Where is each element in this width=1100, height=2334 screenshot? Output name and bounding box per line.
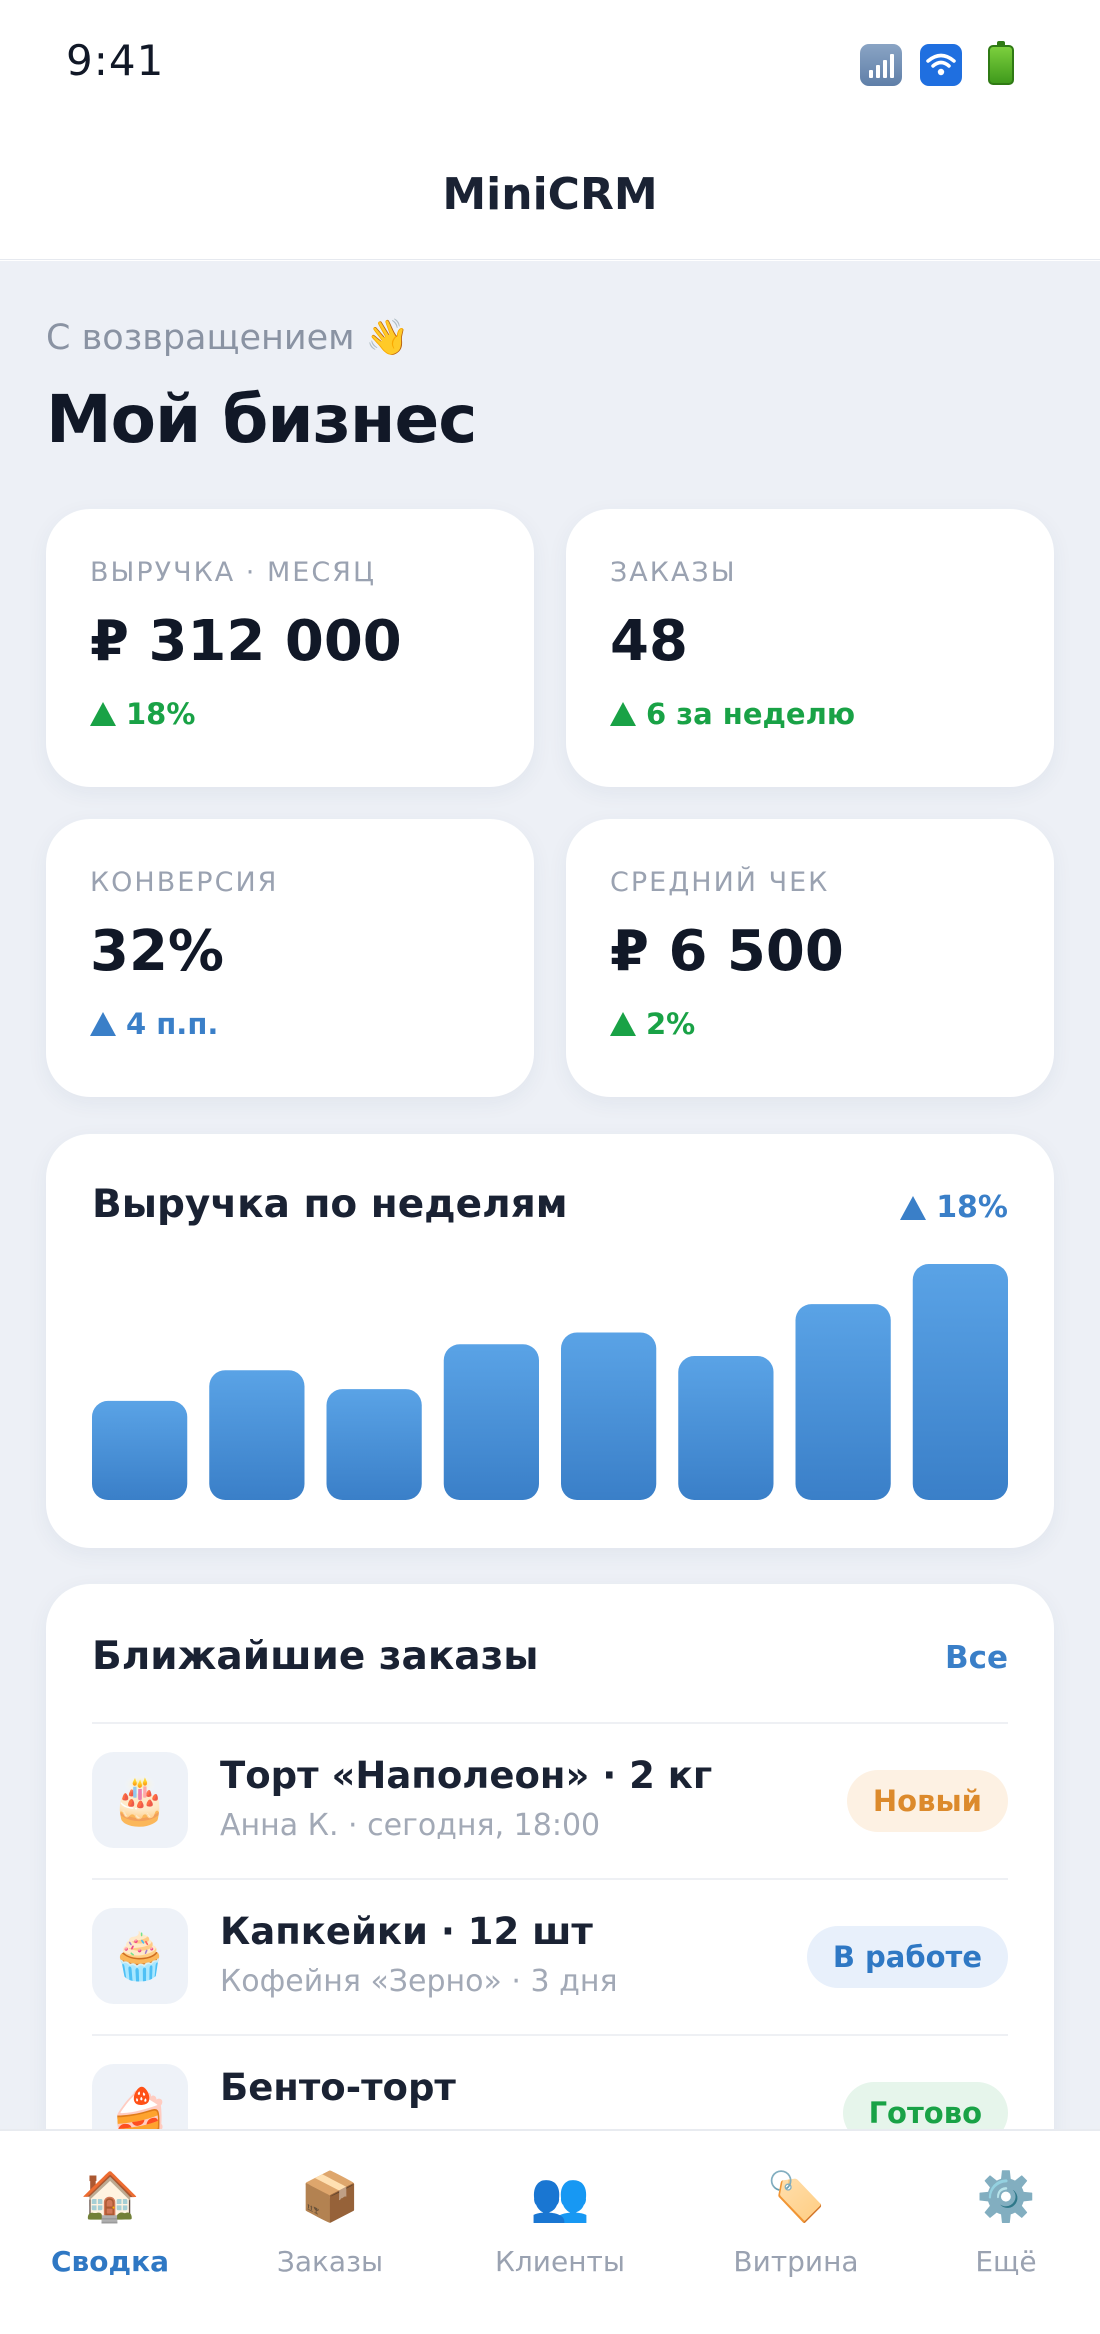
- order-meta: Анна К. · сегодня, 18:00: [220, 1808, 601, 1843]
- tab-clients[interactable]: 👥 Клиенты: [470, 2167, 650, 2278]
- weekly-revenue-card[interactable]: Выручка по неделям 18%: [46, 1134, 1054, 1548]
- kpi-value: ₽ 6 500: [610, 919, 844, 984]
- kpi-delta: 4 п.п.: [90, 1007, 218, 1041]
- cake-slice-icon: 🍰: [92, 2064, 188, 2129]
- kpi-value: ₽ 312 000: [90, 609, 402, 674]
- chart-bar-5: [561, 1332, 657, 1500]
- kpi-value: 32%: [90, 919, 225, 984]
- chart-bar-3: [326, 1389, 422, 1500]
- trend-up-icon: [610, 702, 636, 726]
- chart-delta: 18%: [900, 1190, 1008, 1225]
- order-row[interactable]: 🍰 Бенто-торт Готово: [92, 2034, 1008, 2129]
- trend-up-icon: [900, 1195, 927, 1220]
- users-icon: 👥: [530, 2169, 590, 2225]
- kpi-delta: 6 за неделю: [610, 697, 855, 731]
- kpi-label: ВЫРУЧКА · МЕСЯЦ: [90, 557, 376, 588]
- trend-up-icon: [610, 1012, 636, 1036]
- order-meta: Кофейня «Зерно» · 3 дня: [220, 1964, 618, 1999]
- tab-label: Заказы: [276, 2245, 384, 2278]
- weekly-revenue-chart: [92, 1264, 1008, 1500]
- chart-bar-8: [912, 1264, 1008, 1500]
- order-name: Капкейки · 12 шт: [220, 1910, 593, 1953]
- chart-title: Выручка по неделям: [92, 1182, 568, 1227]
- tab-label: Ещё: [975, 2245, 1037, 2278]
- app-header: MiniCRM: [0, 130, 1100, 260]
- home-icon: 🏠: [80, 2169, 140, 2225]
- kpi-delta: 2%: [610, 1007, 695, 1041]
- tab-label: Сводка: [50, 2245, 169, 2278]
- orders-title: Ближайшие заказы: [92, 1634, 539, 1679]
- signal-icon: [860, 44, 902, 86]
- kpi-delta-text: 2%: [646, 1007, 696, 1041]
- kpi-value: 48: [610, 609, 688, 674]
- kpi-delta-text: 4 п.п.: [126, 1007, 219, 1041]
- order-row[interactable]: 🎂 Торт «Наполеон» · 2 кг Анна К. · сегод…: [92, 1722, 1008, 1878]
- status-icons: [860, 41, 1022, 86]
- upcoming-orders-card: Ближайшие заказы Все 🎂 Торт «Наполеон» ·…: [46, 1584, 1054, 2129]
- app-title: MiniCRM: [442, 169, 658, 220]
- phone-screen: 9:41 MiniCRM С возвращением 👋 Мой бизнес: [0, 0, 1100, 2334]
- kpi-card-conversion[interactable]: КОНВЕРСИЯ 32% 4 п.п.: [46, 819, 534, 1097]
- order-name: Бенто-торт: [220, 2066, 456, 2109]
- kpi-card-average-check[interactable]: СРЕДНИЙ ЧЕК ₽ 6 500 2%: [566, 819, 1054, 1097]
- gear-icon: ⚙️: [976, 2169, 1036, 2225]
- chart-bar-1: [92, 1400, 188, 1500]
- kpi-label: КОНВЕРСИЯ: [90, 867, 279, 898]
- view-all-orders-link[interactable]: Все: [945, 1640, 1008, 1676]
- bottom-tab-bar: 🏠 Сводка 📦 Заказы 👥 Клиенты 🏷️ Витрина ⚙…: [0, 2129, 1100, 2334]
- tab-label: Витрина: [733, 2245, 859, 2278]
- cake-icon: 🎂: [92, 1752, 188, 1848]
- order-status-badge: Новый: [846, 1770, 1008, 1832]
- wifi-icon: [920, 44, 962, 86]
- order-status-badge: Готово: [842, 2082, 1008, 2129]
- tag-icon: 🏷️: [766, 2169, 826, 2225]
- kpi-delta: 18%: [90, 697, 195, 731]
- battery-icon: [980, 41, 1022, 86]
- page-title: Мой бизнес: [46, 381, 477, 458]
- kpi-label: ЗАКАЗЫ: [610, 557, 737, 588]
- tab-summary[interactable]: 🏠 Сводка: [20, 2167, 200, 2278]
- kpi-card-orders[interactable]: ЗАКАЗЫ 48 6 за неделю: [566, 509, 1054, 787]
- kpi-label: СРЕДНИЙ ЧЕК: [610, 867, 830, 898]
- tab-orders[interactable]: 📦 Заказы: [240, 2167, 420, 2278]
- chart-bar-2: [209, 1370, 305, 1500]
- trend-up-icon: [90, 702, 116, 726]
- kpi-delta-text: 18%: [126, 697, 196, 731]
- tab-showcase[interactable]: 🏷️ Витрина: [706, 2167, 886, 2278]
- kpi-delta-text: 6 за неделю: [646, 697, 856, 731]
- order-name: Торт «Наполеон» · 2 кг: [220, 1754, 713, 1797]
- status-time: 9:41: [66, 36, 165, 85]
- dashboard-content[interactable]: С возвращением 👋 Мой бизнес ВЫРУЧКА · МЕ…: [0, 261, 1100, 2129]
- kpi-card-revenue[interactable]: ВЫРУЧКА · МЕСЯЦ ₽ 312 000 18%: [46, 509, 534, 787]
- chart-bar-4: [443, 1344, 539, 1500]
- cupcake-icon: 🧁: [92, 1908, 188, 2004]
- package-icon: 📦: [300, 2169, 360, 2225]
- chart-bar-6: [678, 1356, 774, 1500]
- chart-bar-7: [795, 1304, 891, 1500]
- order-status-badge: В работе: [806, 1926, 1008, 1988]
- order-row[interactable]: 🧁 Капкейки · 12 шт Кофейня «Зерно» · 3 д…: [92, 1878, 1008, 2034]
- status-bar: 9:41: [0, 0, 1100, 130]
- greeting-text: С возвращением 👋: [46, 318, 410, 358]
- tab-label: Клиенты: [495, 2245, 625, 2278]
- tab-more[interactable]: ⚙️ Ещё: [916, 2167, 1096, 2278]
- trend-up-icon: [90, 1012, 116, 1036]
- chart-delta-text: 18%: [936, 1190, 1008, 1225]
